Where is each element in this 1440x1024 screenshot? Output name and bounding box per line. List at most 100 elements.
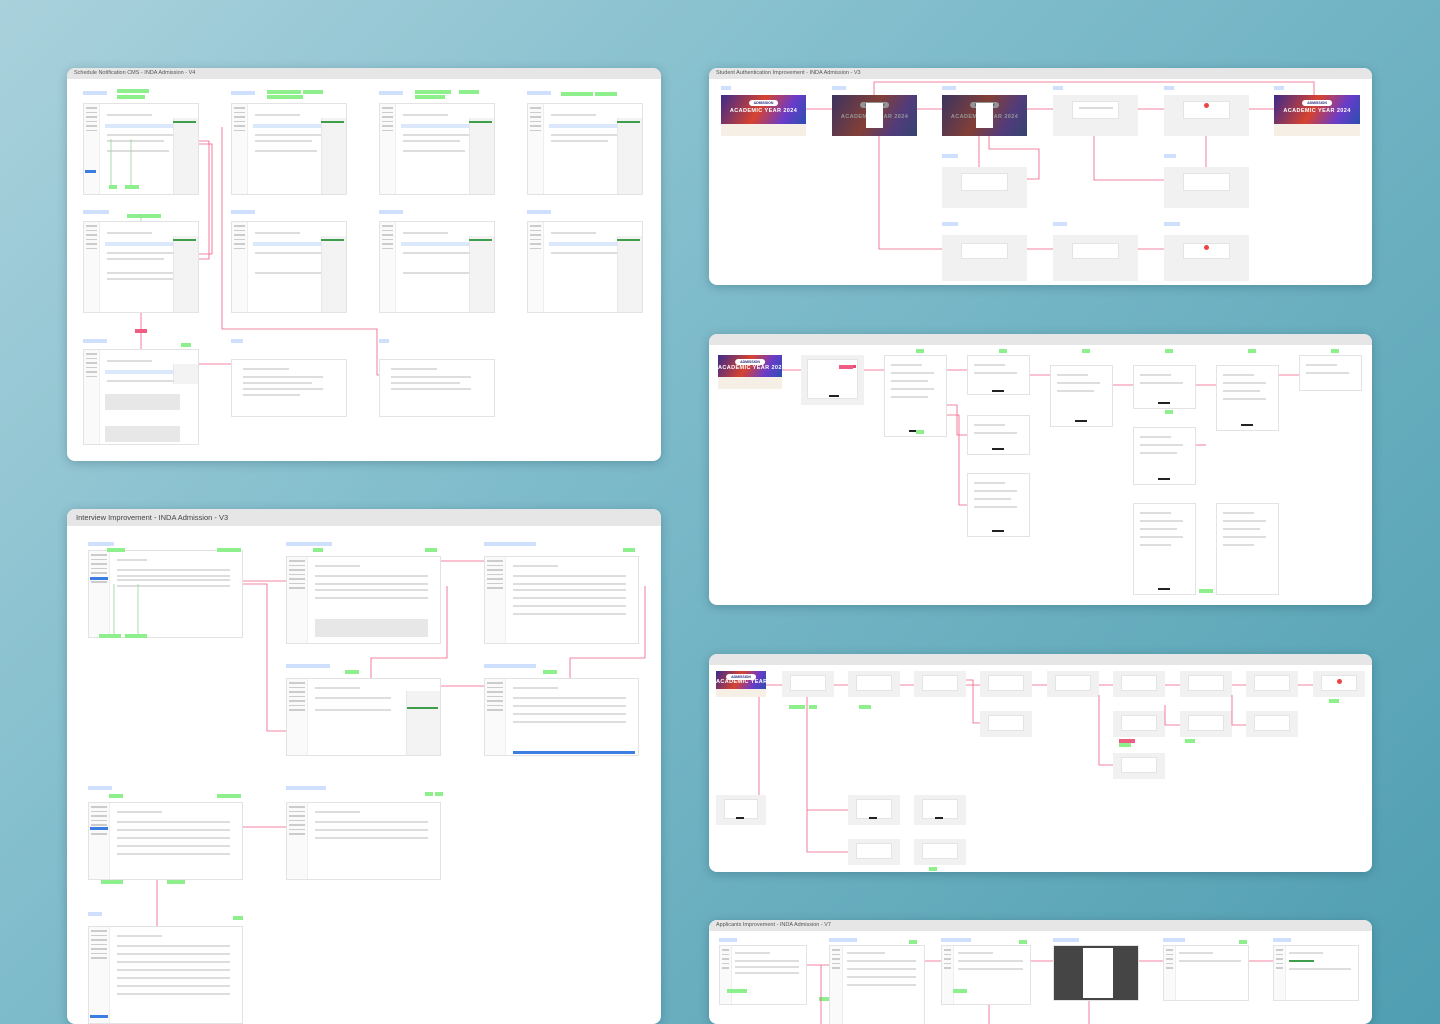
flow-screen[interactable]: [1180, 711, 1232, 737]
board-title: Schedule Notification CMS - INDA Admissi…: [67, 68, 661, 79]
cms-screen[interactable]: [527, 103, 643, 195]
flow-screen[interactable]: [782, 671, 834, 697]
screen-label: [286, 786, 326, 790]
form-screen[interactable]: [1133, 503, 1196, 595]
flow-screen[interactable]: [848, 839, 900, 865]
flow-screen[interactable]: [914, 839, 966, 865]
screen-label: [286, 664, 330, 668]
flow-screen[interactable]: [1113, 711, 1165, 737]
cms-screen[interactable]: [231, 103, 347, 195]
flow-screen[interactable]: [1180, 671, 1232, 697]
flow-screen[interactable]: [1246, 671, 1298, 697]
interview-screen[interactable]: [286, 678, 441, 756]
annotation: [107, 548, 125, 552]
form-screen[interactable]: [801, 355, 864, 405]
flow-screen[interactable]: [914, 795, 966, 825]
hero-title: ACADEMIC YEAR 2024: [716, 679, 766, 686]
form-screen[interactable]: [1050, 365, 1113, 427]
flow-screen[interactable]: [1113, 753, 1165, 779]
schedule-board[interactable]: Schedule Notification CMS - INDA Admissi…: [67, 68, 661, 461]
annotation: [125, 185, 139, 189]
screen-label: [286, 542, 332, 546]
form-screen[interactable]: [884, 355, 947, 437]
screen-label: [88, 786, 112, 790]
flow-screen[interactable]: [1047, 671, 1099, 697]
screen-label: [231, 339, 243, 343]
flow-screen[interactable]: [848, 795, 900, 825]
interview-screen[interactable]: [88, 926, 243, 1024]
annotation: [543, 670, 557, 674]
screen-label: [527, 91, 551, 95]
annotation: [217, 794, 241, 798]
interview-screen[interactable]: [484, 678, 639, 756]
form-screen[interactable]: [1133, 365, 1196, 409]
applicants-board[interactable]: Applicants Improvement - INDA Admission …: [709, 920, 1372, 1024]
flow-screen[interactable]: [1313, 671, 1365, 697]
applicant-screen[interactable]: [719, 945, 807, 1005]
flow-board[interactable]: ADMISSIONACADEMIC YEAR 2024: [709, 654, 1372, 872]
flow-board[interactable]: ADMISSIONACADEMIC YEAR 2024: [709, 334, 1372, 605]
screen-label: [1053, 222, 1067, 226]
cms-screen[interactable]: [379, 103, 495, 195]
auth-screen[interactable]: [1164, 235, 1249, 281]
board-title: [709, 334, 1372, 345]
interview-screen[interactable]: [286, 802, 441, 880]
screen-label: [1164, 154, 1176, 158]
cms-screen[interactable]: [379, 359, 495, 417]
flow-screen[interactable]: [1246, 711, 1298, 737]
interview-screen[interactable]: [484, 556, 639, 644]
form-screen[interactable]: [1216, 503, 1279, 595]
auth-screen[interactable]: [942, 235, 1027, 281]
annotation: [1165, 410, 1173, 414]
annotation: [459, 90, 479, 94]
flow-screen[interactable]: [914, 671, 966, 697]
interview-screen[interactable]: [88, 550, 243, 638]
auth-screen[interactable]: [942, 167, 1027, 208]
screen-label: [231, 91, 255, 95]
screen-label: [83, 91, 107, 95]
flow-screen[interactable]: [1113, 671, 1165, 697]
auth-screen[interactable]: [1164, 95, 1249, 136]
cms-screen[interactable]: [83, 103, 199, 195]
annotation: [267, 90, 301, 94]
flow-screen[interactable]: [980, 671, 1032, 697]
form-screen[interactable]: [967, 355, 1030, 395]
annotation: [1165, 349, 1173, 353]
cms-screen[interactable]: [231, 359, 347, 417]
auth-screen[interactable]: [1053, 235, 1138, 281]
applicant-screen[interactable]: [1053, 945, 1139, 1001]
flow-screen[interactable]: [848, 671, 900, 697]
annotation: [1329, 699, 1339, 703]
applicant-screen[interactable]: [941, 945, 1031, 1005]
form-screen[interactable]: [1216, 365, 1279, 431]
cms-screen[interactable]: [527, 221, 643, 313]
annotation: [101, 880, 123, 884]
cms-screen[interactable]: [83, 349, 199, 445]
screen-label: [1274, 86, 1284, 90]
auth-screen[interactable]: [1164, 167, 1249, 208]
cms-screen[interactable]: [379, 221, 495, 313]
form-screen[interactable]: [1299, 355, 1362, 391]
form-screen[interactable]: [1133, 427, 1196, 485]
hero-badge: ADMISSION: [1302, 99, 1332, 106]
applicant-screen[interactable]: [1273, 945, 1359, 1001]
form-screen[interactable]: [967, 473, 1030, 537]
flow-screen[interactable]: [716, 795, 766, 825]
auth-screen[interactable]: [1053, 95, 1138, 136]
interview-screen[interactable]: [88, 802, 243, 880]
form-screen[interactable]: [967, 415, 1030, 455]
applicant-screen[interactable]: [829, 945, 925, 1024]
board-canvas: ADMISSIONACADEMIC YEAR 2024: [709, 665, 1372, 872]
annotation: [125, 634, 147, 638]
screen-label: [527, 210, 551, 214]
interview-board[interactable]: Interview Improvement - INDA Admission -…: [67, 509, 661, 1024]
student-auth-board[interactable]: Student Authentication Improvement - IND…: [709, 68, 1372, 285]
annotation-alert: [135, 329, 147, 333]
annotation: [415, 95, 445, 99]
cms-screen[interactable]: [83, 221, 199, 313]
interview-screen[interactable]: [286, 556, 441, 644]
applicant-screen[interactable]: [1163, 945, 1249, 1001]
cms-screen[interactable]: [231, 221, 347, 313]
screen-label: [83, 339, 107, 343]
flow-screen[interactable]: [980, 711, 1032, 737]
